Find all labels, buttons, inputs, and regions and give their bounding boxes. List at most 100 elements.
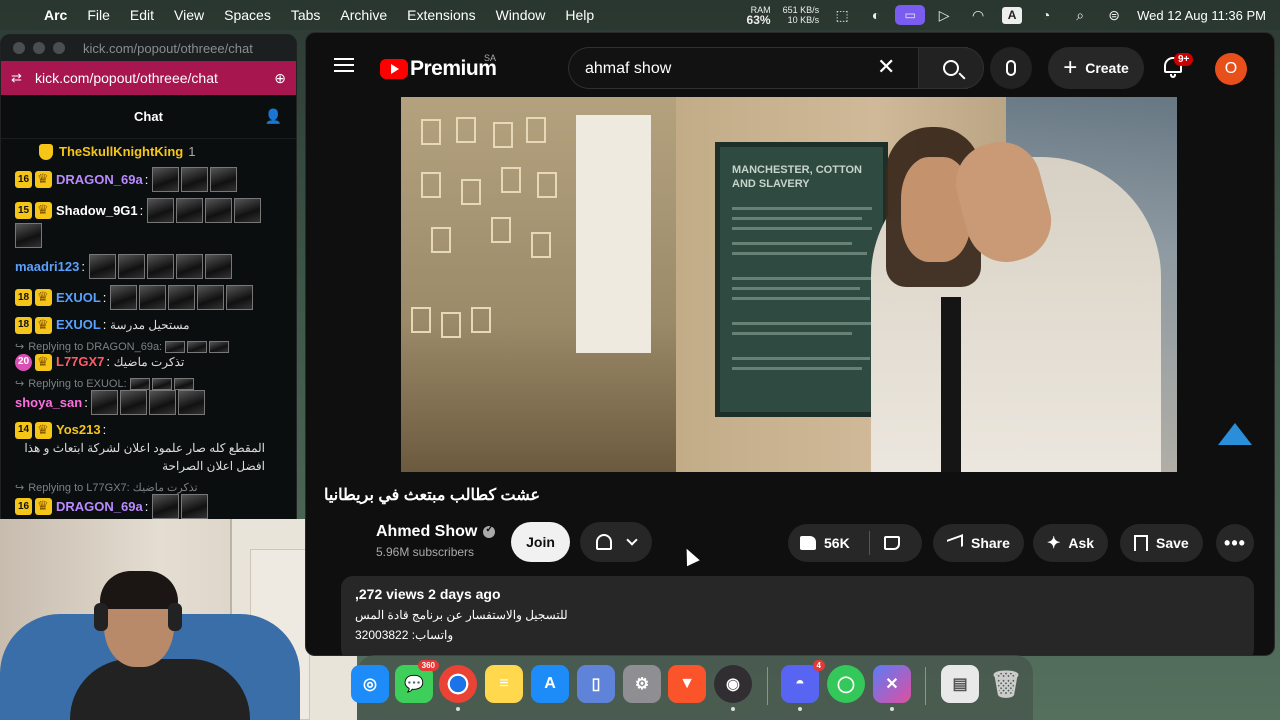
arc-browser-icon[interactable]: ✕ [873, 665, 911, 711]
screen-record-icon[interactable]: ▭ [893, 0, 927, 30]
menu-view[interactable]: View [164, 7, 214, 23]
wifi-icon[interactable]: ◔ [1029, 0, 1063, 30]
chat-separator: : [144, 498, 149, 514]
messages-badge: 360 [417, 660, 439, 671]
join-button[interactable]: Join [511, 522, 570, 562]
share-button[interactable]: Share [933, 524, 1024, 562]
channel-name-row[interactable]: Ahmed Show [376, 523, 496, 541]
color-picker-icon[interactable]: ◐ [859, 0, 893, 30]
level-badge: 14 [15, 421, 32, 439]
chat-username[interactable]: EXUOL [56, 316, 101, 334]
chat-emote [168, 285, 196, 310]
voice-search-button[interactable] [990, 47, 1032, 89]
chat-reply-context[interactable]: ↪ Replying to EXUOL: [15, 377, 286, 390]
ram-monitor[interactable]: RAM 63% [741, 5, 777, 26]
chat-emote [175, 198, 203, 223]
triangle-logo-icon[interactable] [1218, 423, 1252, 445]
screenshot-icon[interactable]: ⬚ [825, 0, 859, 30]
menu-clock[interactable]: Wed 12 Aug 11:36 PM [1131, 8, 1280, 23]
obs-icon[interactable]: ◉ [714, 665, 752, 711]
input-source-icon[interactable]: A [995, 0, 1029, 30]
chat-username[interactable]: maadri123 [15, 258, 79, 276]
menu-app-name[interactable]: Arc [42, 7, 77, 23]
chat-emote [204, 254, 232, 279]
chat-message: 16 DRAGON_69a: [15, 494, 286, 519]
menu-archive[interactable]: Archive [330, 7, 397, 23]
menu-spaces[interactable]: Spaces [214, 7, 281, 23]
facetime-icon[interactable]: ◯ [827, 665, 865, 703]
search-input[interactable] [585, 58, 865, 80]
panel-text-line [732, 297, 870, 300]
chat-emote [187, 340, 208, 353]
menu-help[interactable]: Help [555, 7, 604, 23]
chat-address-bar[interactable]: ⇄ kick.com/popout/othreee/chat ⊕ [1, 61, 296, 95]
chat-message: 20 L77GX7: تذكرت ماضيك [15, 353, 286, 371]
brave-icon[interactable]: ▼ [668, 665, 706, 703]
reply-arrow-icon: ↪ [15, 378, 25, 390]
chat-reply-context[interactable]: ↪ Replying to L77GX7: تذكرت ماضيك [15, 481, 286, 494]
chrome-icon[interactable] [439, 665, 477, 711]
chat-message-list[interactable]: TheSkullKnightKing 1 16 DRAGON_69a: 15 S… [1, 139, 296, 519]
video-player[interactable]: MANCHESTER, COTTON AND SLAVERY [401, 97, 1177, 472]
youtube-logo-icon[interactable] [380, 59, 408, 79]
chat-username[interactable]: EXUOL [56, 289, 101, 307]
network-monitor[interactable]: 651 KB/s 10 KB/s [777, 5, 826, 25]
clear-search-icon[interactable]: ✕ [877, 56, 895, 78]
menu-file[interactable]: File [77, 7, 120, 23]
chat-url[interactable]: kick.com/popout/othreee/chat [35, 70, 274, 86]
chat-username[interactable]: DRAGON_69a [56, 498, 143, 516]
discord-icon[interactable]: ◓ 4 [781, 660, 825, 711]
menu-extensions[interactable]: Extensions [397, 7, 485, 23]
trash-icon[interactable]: 🗑 [987, 665, 1025, 703]
subscription-bell-button[interactable] [580, 522, 652, 562]
zoom-icon[interactable]: ⊕ [274, 70, 286, 87]
close-window-button[interactable] [13, 42, 25, 54]
chat-username[interactable]: Yos213 [56, 421, 101, 439]
system-settings-icon[interactable]: ⚙ [623, 665, 661, 703]
search-button[interactable] [918, 47, 984, 89]
chat-message: maadri123: [15, 254, 286, 279]
more-actions-button[interactable]: ••• [1216, 524, 1254, 562]
play-icon[interactable]: ▷ [927, 0, 961, 30]
description-line: للتسجيل والاستفسار عن برنامج قادة المس [355, 608, 568, 622]
chat-users-icon[interactable]: 👤 [265, 108, 282, 125]
minimize-window-button[interactable] [33, 42, 45, 54]
video-description[interactable]: ,272 views 2 days ago للتسجيل والاستفسار… [341, 576, 1254, 655]
spotlight-search-icon[interactable]: ⌕ [1063, 0, 1097, 30]
headphones-icon[interactable]: ◠ [961, 0, 995, 30]
video-person-tie [941, 297, 961, 472]
site-settings-icon[interactable]: ⇄ [11, 70, 35, 86]
chat-username[interactable]: L77GX7 [56, 353, 104, 371]
menu-edit[interactable]: Edit [120, 7, 164, 23]
like-button[interactable]: 56K [788, 531, 870, 555]
save-button[interactable]: Save [1120, 524, 1203, 562]
app-store-icon[interactable]: A [531, 665, 569, 703]
chat-username[interactable]: TheSkullKnightKing [59, 143, 183, 161]
dislike-button[interactable] [884, 536, 900, 550]
net-up: 651 KB/s [782, 5, 820, 15]
messages-icon[interactable]: 💬 360 [395, 660, 439, 703]
chat-separator: : [84, 394, 88, 410]
menu-window[interactable]: Window [486, 7, 556, 23]
safari-icon[interactable]: ◎ [351, 665, 389, 703]
create-button[interactable]: + Create [1048, 47, 1144, 89]
ask-button[interactable]: ✦ Ask [1033, 524, 1109, 562]
documents-stack-icon[interactable]: ▤ [941, 665, 979, 703]
video-poster-frame [531, 232, 551, 258]
channel-name[interactable]: Ahmed Show [376, 523, 477, 541]
chat-username[interactable]: Shadow_9G1 [56, 202, 138, 220]
hamburger-menu-icon[interactable] [334, 58, 354, 72]
youtube-region: SA [484, 53, 497, 63]
chat-username[interactable]: DRAGON_69a [56, 171, 143, 189]
notes-icon[interactable]: ≡ [485, 665, 523, 703]
search-box[interactable] [568, 47, 968, 89]
webcam-feed [0, 519, 357, 720]
chat-reply-context[interactable]: ↪ Replying to DRAGON_69a: [15, 340, 286, 353]
account-avatar[interactable]: O [1215, 53, 1247, 85]
zoom-window-button[interactable] [53, 42, 65, 54]
menu-tabs[interactable]: Tabs [281, 7, 331, 23]
video-poster-frame [493, 122, 513, 148]
iphone-mirroring-icon[interactable]: ▯ [577, 665, 615, 703]
chat-username[interactable]: shoya_san [15, 394, 82, 412]
control-center-icon[interactable]: ⊜ [1097, 0, 1131, 30]
